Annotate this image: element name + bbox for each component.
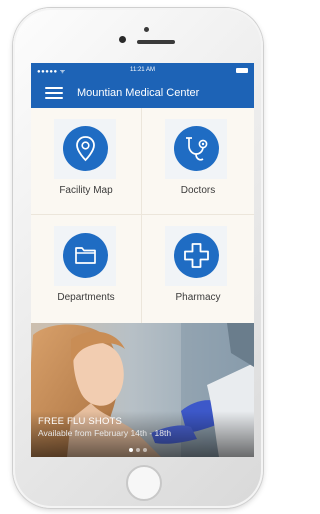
menu-grid: Facility Map Doctors Departments Pharmac… bbox=[31, 108, 254, 323]
carousel-dots bbox=[129, 439, 150, 452]
status-time: 11:21 AM bbox=[130, 67, 155, 73]
promo-banner[interactable]: FREE FLU SHOTS Available from February 1… bbox=[31, 323, 254, 457]
icon-plate bbox=[54, 226, 116, 286]
banner-subtitle: Available from February 14th - 18th bbox=[38, 428, 172, 438]
tile-label: Facility Map bbox=[59, 185, 113, 196]
page-title: Mountian Medical Center bbox=[77, 87, 200, 99]
tile-label: Pharmacy bbox=[175, 292, 221, 303]
icon-plate bbox=[165, 119, 227, 179]
folder-icon bbox=[63, 233, 108, 278]
carousel-dot[interactable] bbox=[136, 448, 140, 452]
camera-lens bbox=[119, 36, 126, 43]
earpiece-speaker bbox=[137, 40, 175, 44]
tile-label: Doctors bbox=[180, 185, 216, 196]
nav-bar: Mountian Medical Center bbox=[31, 79, 254, 108]
app-screen: ●●●●● ᯤ 11:21 AM Mountian Medical Center… bbox=[31, 63, 254, 457]
carousel-dot[interactable] bbox=[143, 448, 147, 452]
status-bar: ●●●●● ᯤ 11:21 AM bbox=[31, 63, 254, 79]
tile-doctors[interactable]: Doctors bbox=[142, 108, 254, 215]
medical-cross-icon bbox=[174, 233, 219, 278]
home-button[interactable] bbox=[126, 465, 162, 501]
map-pin-icon bbox=[63, 126, 108, 171]
icon-plate bbox=[165, 226, 227, 286]
icon-plate bbox=[54, 119, 116, 179]
tile-departments[interactable]: Departments bbox=[31, 215, 142, 323]
banner-title: FREE FLU SHOTS bbox=[38, 416, 123, 427]
tile-facility-map[interactable]: Facility Map bbox=[31, 108, 142, 215]
tile-label: Departments bbox=[57, 292, 115, 303]
battery-icon bbox=[236, 68, 248, 73]
stethoscope-icon bbox=[174, 126, 219, 171]
front-camera bbox=[144, 27, 149, 32]
hamburger-icon[interactable] bbox=[45, 86, 63, 100]
tile-pharmacy[interactable]: Pharmacy bbox=[142, 215, 254, 323]
carousel-dot[interactable] bbox=[129, 448, 133, 452]
